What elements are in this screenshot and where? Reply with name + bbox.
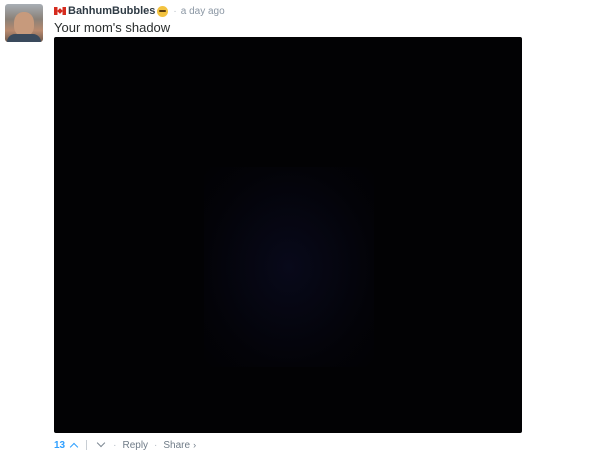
comment-text: Your mom's shadow [54, 20, 171, 35]
share-chevron-icon: › [193, 440, 197, 450]
reply-button[interactable]: Reply [122, 440, 148, 451]
vote-divider [86, 440, 88, 450]
vote-count: 13 [54, 439, 66, 451]
comment-footer: 13 · Reply · Share › [54, 437, 196, 453]
downvote-chevron-down-icon[interactable] [95, 439, 107, 451]
avatar-shirt [7, 34, 41, 42]
username-link[interactable]: BahhumBubbles [68, 5, 155, 17]
avatar[interactable] [5, 4, 43, 42]
comment-image[interactable] [54, 37, 522, 433]
footer-separator: · [154, 439, 158, 451]
nerd-face-emoji-icon [157, 5, 169, 17]
canada-flag-icon [54, 7, 66, 15]
comment: BahhumBubbles · a day ago Your mom's sha… [0, 0, 600, 466]
comment-header: BahhumBubbles · a day ago [54, 3, 225, 19]
timestamp-link[interactable]: a day ago [181, 6, 225, 17]
footer-separator: · [113, 439, 117, 451]
image-shadow-figure [204, 167, 374, 367]
header-separator: · [173, 5, 177, 17]
upvote-chevron-up-icon[interactable] [68, 439, 80, 451]
avatar-face [14, 12, 34, 36]
share-button[interactable]: Share [163, 440, 190, 451]
